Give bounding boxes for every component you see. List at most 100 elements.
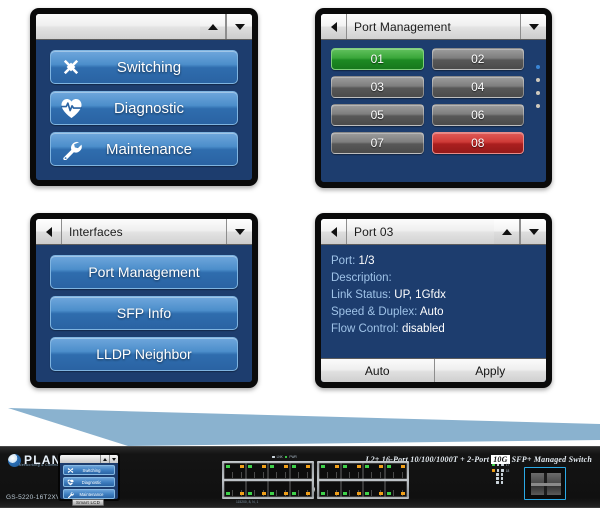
sfp-port-number: 17: [505, 463, 510, 467]
menu-item-maintenance-label: Maintenance: [106, 140, 192, 158]
port-button-04[interactable]: 04: [431, 76, 524, 98]
device-smart-lcd[interactable]: Switching Diagnostic Maintenance: [58, 453, 120, 501]
device-menu-switching[interactable]: Switching: [63, 465, 115, 475]
led-row: 18: [492, 469, 509, 473]
rj45-port[interactable]: [268, 481, 290, 497]
device-lcd-down-button[interactable]: [109, 455, 118, 463]
led-indicator: [496, 463, 500, 467]
rj45-port[interactable]: [319, 481, 341, 497]
interfaces-title: Interfaces: [62, 219, 226, 244]
port-detail-up-button[interactable]: [494, 219, 520, 244]
left-arrow-icon: [45, 226, 52, 237]
device-menu-diagnostic-label: Diagnostic: [81, 479, 102, 485]
interfaces-item-port-management[interactable]: Port Management: [50, 255, 238, 289]
led-indicator: [284, 455, 288, 459]
port-management-titlebar: Port Management: [321, 14, 546, 40]
detail-row-speed-duplex: Speed & Duplex: Auto: [331, 304, 536, 321]
sfp-port-number: 18: [505, 468, 510, 473]
menu-item-diagnostic[interactable]: Diagnostic: [50, 91, 238, 125]
detail-row-flow-control: Flow Control: disabled: [331, 321, 536, 338]
rj45-column: [290, 463, 312, 497]
rj45-port[interactable]: [385, 481, 407, 497]
up-arrow-icon: [501, 228, 512, 235]
led-row: 17: [492, 463, 509, 467]
down-arrow-icon: [528, 228, 539, 235]
down-arrow-icon: [234, 23, 245, 30]
led-indicator: [501, 463, 504, 467]
scroll-dot-active: [536, 65, 540, 69]
led-indicator: [496, 473, 499, 476]
detail-key: Description:: [331, 272, 392, 284]
led-indicator: [496, 477, 499, 480]
led-indicator: [500, 473, 504, 476]
port-button-05[interactable]: 05: [331, 104, 424, 126]
rj45-column: [319, 463, 341, 497]
main-menu-up-button[interactable]: [200, 14, 226, 39]
interfaces-back-button[interactable]: [36, 219, 62, 244]
menu-item-switching[interactable]: Switching: [50, 50, 238, 84]
sfp-led-group-2: [496, 473, 504, 485]
menu-item-maintenance[interactable]: Maintenance: [50, 132, 238, 166]
main-menu-title: [36, 14, 200, 39]
device-menu-diagnostic[interactable]: Diagnostic: [63, 477, 115, 487]
interfaces-item-lldp-neighbor[interactable]: LLDP Neighbor: [50, 337, 238, 371]
led-indicator: [500, 477, 504, 480]
shuffle-arrows-icon: [51, 56, 91, 78]
auto-button[interactable]: Auto: [321, 359, 434, 382]
port-button-02[interactable]: 02: [431, 48, 524, 70]
rj45-port[interactable]: [363, 463, 385, 479]
device-lcd-title: [60, 455, 100, 463]
apply-button[interactable]: Apply: [433, 359, 546, 382]
wrench-icon: [64, 491, 77, 498]
panel-port-management: Port Management 01 02 03 04 05 06 07 08: [315, 8, 552, 188]
rj45-port[interactable]: [385, 463, 407, 479]
detail-value: UP, 1Gfdx: [394, 289, 446, 301]
device-lcd-titlebar: [60, 455, 118, 463]
interfaces-down-button[interactable]: [226, 219, 252, 244]
port-detail-back-button[interactable]: [321, 219, 347, 244]
sfp-slot[interactable]: [531, 473, 561, 495]
detail-key: Flow Control:: [331, 323, 399, 335]
rj45-port[interactable]: [341, 481, 363, 497]
rj45-column: [268, 463, 290, 497]
port-grid: 01 02 03 04 05 06 07 08: [331, 48, 524, 154]
rj45-port[interactable]: [268, 463, 290, 479]
rj45-port[interactable]: [290, 481, 312, 497]
led-row: [496, 477, 504, 480]
menu-item-switching-label: Switching: [116, 58, 182, 76]
port-button-01[interactable]: 01: [331, 48, 424, 70]
interfaces-item-sfp-info[interactable]: SFP Info: [50, 296, 238, 330]
main-menu-down-button[interactable]: [226, 14, 252, 39]
port-management-back-button[interactable]: [321, 14, 347, 39]
panel-interfaces: Interfaces Port Management SFP Info LLDP…: [30, 213, 258, 388]
port-management-title: Port Management: [347, 14, 520, 39]
rj45-port[interactable]: [246, 463, 268, 479]
port-management-scroll-dots[interactable]: [536, 65, 540, 108]
device-menu-maintenance[interactable]: Maintenance: [63, 489, 115, 499]
rj45-port[interactable]: [363, 481, 385, 497]
port-button-07[interactable]: 07: [331, 132, 424, 154]
port-button-08[interactable]: 08: [431, 132, 524, 154]
interfaces-item-lldp-neighbor-label: LLDP Neighbor: [96, 346, 192, 362]
left-arrow-icon: [330, 21, 337, 32]
rj45-port[interactable]: [341, 463, 363, 479]
rj45-port[interactable]: [290, 463, 312, 479]
rj45-port[interactable]: [319, 463, 341, 479]
port-button-06[interactable]: 06: [431, 104, 524, 126]
detail-key: Speed & Duplex:: [331, 306, 418, 318]
port-detail-down-button[interactable]: [520, 219, 546, 244]
rj45-port[interactable]: [224, 481, 246, 497]
led-indicator: [501, 469, 504, 472]
port-detail-actions: Auto Apply: [321, 358, 546, 382]
port-management-down-button[interactable]: [520, 14, 546, 39]
rj45-bank-1: [222, 461, 314, 499]
rj45-column: [246, 463, 268, 497]
device-menu-switching-label: Switching: [82, 467, 101, 473]
device-lcd-up-button[interactable]: [100, 455, 109, 463]
scroll-dot: [536, 78, 540, 82]
port-button-03[interactable]: 03: [331, 76, 424, 98]
rj45-port[interactable]: [224, 463, 246, 479]
rj45-port[interactable]: [246, 481, 268, 497]
sfp-plus-cage[interactable]: [524, 467, 566, 500]
port-detail-titlebar: Port 03: [321, 219, 546, 245]
